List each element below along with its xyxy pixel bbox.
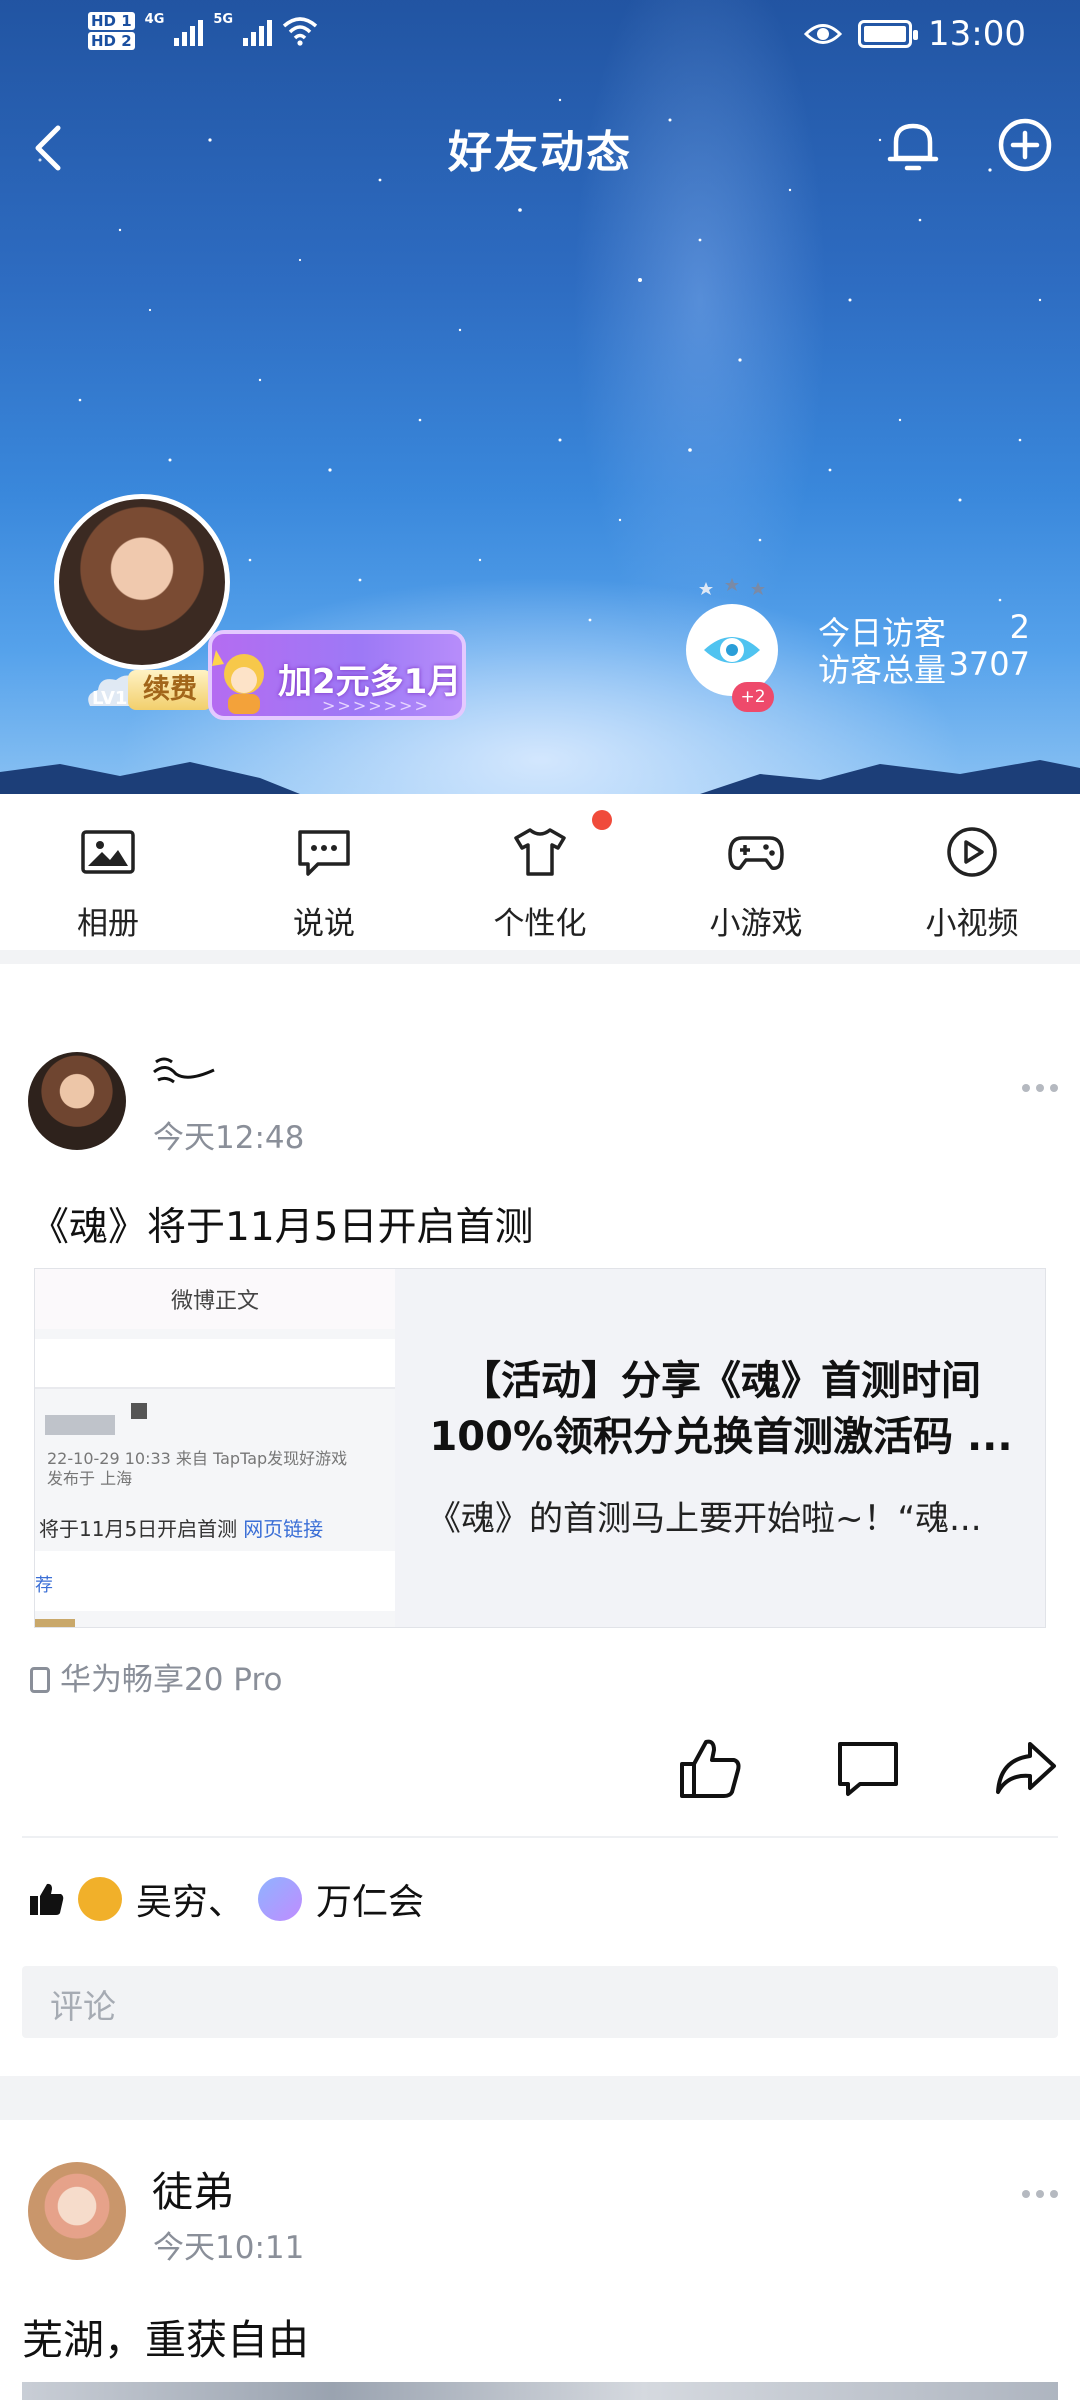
visitor-increase-badge: +2: [732, 682, 774, 712]
link-title-line-1: 【活动】分享《魂》首测时间: [461, 1358, 981, 1404]
device-name: 华为畅享20 Pro: [60, 1662, 283, 1698]
clock: 13:00: [928, 14, 1026, 54]
likes-row: 吴穷、 万仁会: [28, 1874, 438, 1924]
quick-entry-bar: 相册 说说 个性化 小游戏 小视频: [0, 794, 1080, 950]
thumb-meta-2: 发布于 上海: [47, 1469, 133, 1488]
post-text: 《魂》将于11月5日开启首测: [30, 1205, 534, 1250]
visitor-stars-icon: [699, 578, 765, 595]
total-visitors-label: 访客总量: [818, 651, 947, 689]
liker-name-1[interactable]: 吴穷、: [136, 1873, 244, 1925]
shared-link-card[interactable]: 微博正文 22-10-29 10:33 来自 TapTap发现好游戏 发布于 上…: [34, 1268, 1046, 1628]
liker-avatar-crown[interactable]: [78, 1877, 122, 1921]
cover-banner[interactable]: HD 1 HD 2 4G 5G 13:00 好友动态 LV1 续费 加2元多1月…: [0, 0, 1080, 794]
link-thumbnail: 微博正文 22-10-29 10:33 来自 TapTap发现好游戏 发布于 上…: [35, 1269, 395, 1627]
entry-minigames[interactable]: 小游戏: [648, 794, 864, 950]
feed-post: 徒弟 今天10:11 芜湖，重获自由: [0, 2120, 1080, 2400]
eye-comfort-icon: [804, 24, 843, 44]
entry-moments-label: 说说: [293, 906, 355, 942]
thumb-header: 微博正文: [170, 1289, 259, 1314]
gamepad-icon: [728, 836, 784, 870]
mascot-girl-icon: [212, 650, 264, 714]
personalize-notification-dot: [592, 810, 612, 830]
section-divider: [0, 950, 1080, 964]
entry-minigames-label: 小游戏: [709, 906, 803, 942]
link-title-line-2: 100%领积分兑换首测激活码 ...: [429, 1414, 1013, 1460]
status-bar: HD 1 HD 2 4G 5G 13:00: [0, 0, 1080, 80]
comment-placeholder: 评论: [50, 1987, 116, 2026]
total-visitors-row[interactable]: 访客总量 3707: [818, 645, 1030, 691]
network-5g-label: 5G: [213, 12, 234, 27]
play-circle-icon: [947, 827, 997, 877]
hd2-badge: HD 2: [88, 32, 135, 50]
post-author-avatar[interactable]: [28, 2162, 126, 2260]
mountain-silhouette: [0, 760, 1080, 794]
hd1-badge: HD 1: [88, 12, 135, 30]
bell-icon[interactable]: [880, 112, 946, 178]
nav-bar: 好友动态: [0, 110, 1080, 180]
post-time: 今天12:48: [153, 1120, 305, 1156]
entry-album-label: 相册: [77, 906, 139, 942]
profile-avatar[interactable]: [54, 494, 230, 670]
author-name-squiggle[interactable]: [152, 1052, 218, 1088]
vip-promo-banner[interactable]: 加2元多1月 >>>>>>>: [208, 630, 466, 720]
post-author-avatar[interactable]: [28, 1052, 126, 1150]
liker-avatar-2[interactable]: [258, 1877, 303, 1921]
total-visitors-count: 3707: [948, 645, 1030, 683]
post-time: 今天10:11: [153, 2230, 305, 2266]
thumbs-up-icon[interactable]: [676, 1734, 744, 1802]
post-photo[interactable]: [22, 2382, 1058, 2400]
promo-arrows-decoration: >>>>>>>: [322, 696, 430, 715]
entry-personalize-label: 个性化: [493, 906, 587, 942]
entry-shortvideo[interactable]: 小视频: [864, 794, 1080, 950]
link-title: 【活动】分享《魂》首测时间 100%领积分兑换首测激活码 ...: [411, 1353, 1031, 1465]
signal-bars-1-icon: [174, 16, 204, 46]
level-label: LV1: [92, 688, 128, 709]
feed-post: 今天12:48 《魂》将于11月5日开启首测 微博正文 22-10-29 10:…: [0, 964, 1080, 2076]
battery-icon: [858, 20, 919, 48]
today-visitors-count: 2: [1009, 608, 1030, 646]
comment-input[interactable]: 评论: [22, 1966, 1058, 2038]
signal-bars-2-icon: [243, 16, 273, 46]
hd-badges: HD 1 HD 2: [88, 12, 135, 50]
wifi-icon: [282, 17, 318, 46]
renew-button[interactable]: 续费: [128, 670, 212, 710]
signal-group: HD 1 HD 2 4G 5G: [88, 12, 318, 50]
comment-icon[interactable]: [834, 1734, 902, 1802]
liked-thumb-icon: [30, 1883, 64, 1915]
entry-moments[interactable]: 说说: [216, 794, 432, 950]
link-description: 《魂》的首测马上要开始啦~！“魂...: [427, 1499, 982, 1539]
photo-album-icon: [81, 830, 135, 874]
share-icon[interactable]: [992, 1734, 1060, 1802]
message-bubble-icon: [298, 830, 350, 876]
tshirt-icon: [514, 828, 566, 876]
thumb-link: 网页链接: [243, 1517, 324, 1541]
network-4g-label: 4G: [144, 12, 165, 27]
entry-personalize[interactable]: 个性化: [432, 794, 648, 950]
phone-icon: [30, 1667, 50, 1693]
liker-name-2[interactable]: 万仁会: [316, 1873, 424, 1925]
more-options-icon[interactable]: [1020, 1080, 1060, 1096]
entry-shortvideo-label: 小视频: [925, 906, 1019, 942]
thumb-foot: 荐: [35, 1575, 53, 1596]
post-divider: [0, 2076, 1080, 2120]
post-text: 芜湖，重获自由: [22, 2316, 309, 2364]
thumb-body: 将于11月5日开启首测 网页链接: [39, 1517, 324, 1541]
action-divider: [22, 1836, 1058, 1838]
device-source: 华为畅享20 Pro: [30, 1654, 282, 1699]
status-right-group: 13:00: [804, 14, 1026, 54]
entry-album[interactable]: 相册: [0, 794, 216, 950]
plus-circle-icon[interactable]: [992, 112, 1058, 178]
more-options-icon[interactable]: [1020, 2186, 1060, 2202]
post-author-name[interactable]: 徒弟: [152, 2158, 234, 2218]
